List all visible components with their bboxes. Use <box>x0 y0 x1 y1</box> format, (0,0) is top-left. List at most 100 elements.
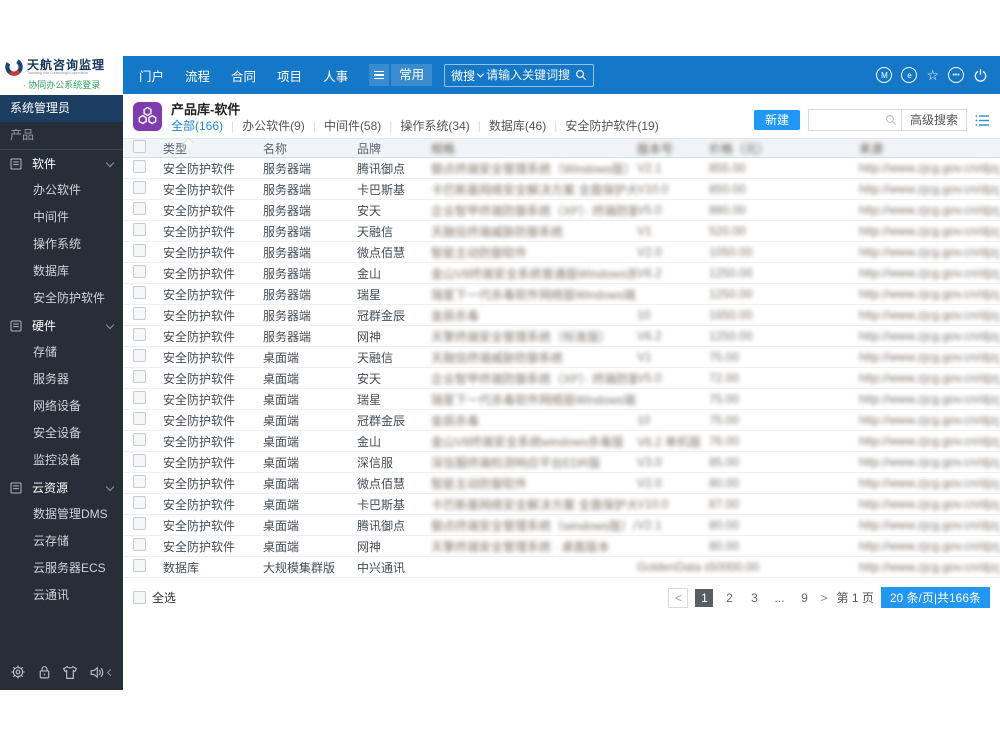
select-all-checkbox-bottom[interactable] <box>133 591 146 604</box>
row-checkbox[interactable] <box>133 538 146 551</box>
row-checkbox[interactable] <box>133 286 146 299</box>
table-row[interactable]: 安全防护软件 桌面端 网神 天擎终端安全管理系统 · 桌面版本 80.00 ht… <box>123 536 1000 557</box>
table-row[interactable]: 安全防护软件 服务器端 金山 金山V8终端安全系统普通版Windows杀毒模块 … <box>123 263 1000 284</box>
row-checkbox[interactable] <box>133 496 146 509</box>
sidebar-group[interactable]: 硬件 <box>0 312 123 339</box>
power-icon[interactable] <box>973 68 988 83</box>
table-row[interactable]: 安全防护软件 服务器端 安天 企业智甲终端防御系统（XP）· 终端防御套装版 V… <box>123 200 1000 221</box>
page-number-3[interactable]: 3 <box>745 589 763 607</box>
global-search[interactable]: 微搜 <box>444 63 595 87</box>
category-tab-1[interactable]: 办公软件(9) <box>242 117 305 134</box>
row-checkbox[interactable] <box>133 265 146 278</box>
category-tab-2[interactable]: 中间件(58) <box>324 117 381 134</box>
row-checkbox[interactable] <box>133 223 146 236</box>
row-checkbox[interactable] <box>133 475 146 488</box>
table-row[interactable]: 安全防护软件 服务器端 瑞星 瑞星下一代杀毒软件网络版Windows端·杀毒模块… <box>123 284 1000 305</box>
sidebar-item[interactable]: 安全设备 <box>0 420 123 447</box>
sidebar-item[interactable]: 服务器 <box>0 366 123 393</box>
sidebar-item[interactable]: 数据库 <box>0 258 123 285</box>
category-tab-3[interactable]: 操作系统(34) <box>400 117 469 134</box>
table-row[interactable]: 安全防护软件 桌面端 金山 金山V8终端安全系统windows杀毒版 V6.2 … <box>123 431 1000 452</box>
sidebar-item[interactable]: 云通讯 <box>0 582 123 609</box>
row-checkbox[interactable] <box>133 160 146 173</box>
sidebar-item[interactable]: 操作系统 <box>0 231 123 258</box>
sidebar-group[interactable]: 云资源 <box>0 474 123 501</box>
page-number-2[interactable]: 2 <box>720 589 738 607</box>
message-m-icon[interactable]: M <box>876 67 893 83</box>
table-row[interactable]: 安全防护软件 服务器端 卡巴斯基 卡巴斯基网络安全解决方案 全面保护大中型 企业… <box>123 179 1000 200</box>
row-checkbox[interactable] <box>133 433 146 446</box>
row-checkbox[interactable] <box>133 349 146 362</box>
nav-item-0[interactable]: 门户 <box>139 66 164 85</box>
table-row[interactable]: 安全防护软件 桌面端 腾讯御点 御点终端安全管理系统（windows版）/ V2… <box>123 515 1000 536</box>
table-row[interactable]: 安全防护软件 服务器端 网神 天擎终端安全管理系统（标准版） V6.2 1250… <box>123 326 1000 347</box>
table-search-input[interactable] <box>808 112 881 128</box>
prev-page-button[interactable]: < <box>668 587 689 608</box>
shirt-icon[interactable] <box>62 665 78 680</box>
table-row[interactable]: 安全防护软件 服务器端 天融信 天融信终端威胁防御系统 V1 520.00 ht… <box>123 221 1000 242</box>
table-row[interactable]: 安全防护软件 桌面端 天融信 天融信终端威胁防御系统 V1 75.00 http… <box>123 347 1000 368</box>
sidebar-item[interactable]: 数据管理DMS <box>0 501 123 528</box>
category-tab-0[interactable]: 全部(166) <box>171 117 223 134</box>
star-icon[interactable]: ☆ <box>926 68 939 82</box>
table-row[interactable]: 数据库 大规模集群版 中兴通讯 GoldenData s... 50000.00… <box>123 557 1000 578</box>
search-icon[interactable] <box>881 114 901 126</box>
row-checkbox[interactable] <box>133 181 146 194</box>
select-all-checkbox[interactable] <box>133 140 146 153</box>
sidebar-item[interactable]: 监控设备 <box>0 447 123 474</box>
table-row[interactable]: 安全防护软件 桌面端 深信服 深信服终端检测响应平台EDR版 V3.0 85.0… <box>123 452 1000 473</box>
table-row[interactable]: 安全防护软件 桌面端 瑞星 瑞星下一代杀毒软件网络版Windows端 75.00… <box>123 389 1000 410</box>
search-icon[interactable] <box>575 69 587 81</box>
row-checkbox[interactable] <box>133 391 146 404</box>
sidebar-item[interactable]: 网络设备 <box>0 393 123 420</box>
row-checkbox[interactable] <box>133 370 146 383</box>
sidebar-item[interactable]: 云存储 <box>0 528 123 555</box>
nav-item-2[interactable]: 合同 <box>231 66 256 85</box>
cell-brand: 瑞星 <box>357 287 382 302</box>
row-checkbox[interactable] <box>133 559 146 572</box>
row-checkbox[interactable] <box>133 412 146 425</box>
sidebar-group[interactable]: 软件 <box>0 150 123 177</box>
sidebar-item[interactable]: 存储 <box>0 339 123 366</box>
sidebar-item[interactable]: 办公软件 <box>0 177 123 204</box>
nav-item-1[interactable]: 流程 <box>185 66 210 85</box>
sidebar-item[interactable]: 云服务器ECS <box>0 555 123 582</box>
next-page-button[interactable]: > <box>820 591 827 605</box>
row-checkbox[interactable] <box>133 202 146 215</box>
global-search-input[interactable] <box>486 68 573 82</box>
contact-e-icon[interactable]: e <box>901 67 918 83</box>
page-number-...[interactable]: ... <box>770 589 788 607</box>
table-row[interactable]: 安全防护软件 服务器端 微点佰慧 智能主动防御软件 V2.0 1050.00 h… <box>123 242 1000 263</box>
table-row[interactable]: 安全防护软件 服务器端 冠群金辰 金辰杀毒 10 1650.00 http://… <box>123 305 1000 326</box>
speaker-icon[interactable] <box>89 665 114 680</box>
table-row[interactable]: 安全防护软件 桌面端 微点佰慧 智能主动防御软件 V2.0 80.00 http… <box>123 473 1000 494</box>
row-checkbox[interactable] <box>133 307 146 320</box>
table-row[interactable]: 安全防护软件 桌面端 卡巴斯基 卡巴斯基网络安全解决方案 全面保护大中型企业版 … <box>123 494 1000 515</box>
page-size-button[interactable]: 20 条/页|共166条 <box>880 587 990 608</box>
gear-icon[interactable] <box>10 664 26 680</box>
tab-common[interactable]: 常用 <box>391 64 433 86</box>
row-checkbox[interactable] <box>133 244 146 257</box>
search-scope-label[interactable]: 微搜 <box>451 67 475 84</box>
page-number-9[interactable]: 9 <box>795 589 813 607</box>
table-row[interactable]: 安全防护软件 服务器端 腾讯御点 御点终端安全管理系统（Windows版） V2… <box>123 158 1000 179</box>
sidebar-item[interactable]: 中间件 <box>0 204 123 231</box>
advanced-search-button[interactable]: 高级搜索 <box>900 110 966 130</box>
lock-icon[interactable] <box>37 664 52 680</box>
page-number-1[interactable]: 1 <box>695 588 714 607</box>
hamburger-menu-icon[interactable] <box>369 64 390 86</box>
nav-item-4[interactable]: 人事 <box>323 66 348 85</box>
row-checkbox[interactable] <box>133 517 146 530</box>
collab-login-link[interactable]: · 协同办公系统登录 <box>4 78 119 91</box>
category-tab-4[interactable]: 数据库(46) <box>489 117 546 134</box>
table-row[interactable]: 安全防护软件 桌面端 安天 企业智甲终端防御系统（XP）· 终端防御套装版 V5… <box>123 368 1000 389</box>
more-icon[interactable]: ••• <box>948 67 964 83</box>
list-view-icon[interactable] <box>975 114 990 127</box>
row-checkbox[interactable] <box>133 328 146 341</box>
create-new-button[interactable]: 新建 <box>753 110 800 130</box>
table-row[interactable]: 安全防护软件 桌面端 冠群金辰 金辰杀毒 10 75.00 http://www… <box>123 410 1000 431</box>
row-checkbox[interactable] <box>133 454 146 467</box>
sidebar-item[interactable]: 安全防护软件 <box>0 285 123 312</box>
category-tab-5[interactable]: 安全防护软件(19) <box>565 117 658 134</box>
nav-item-3[interactable]: 项目 <box>277 66 302 85</box>
